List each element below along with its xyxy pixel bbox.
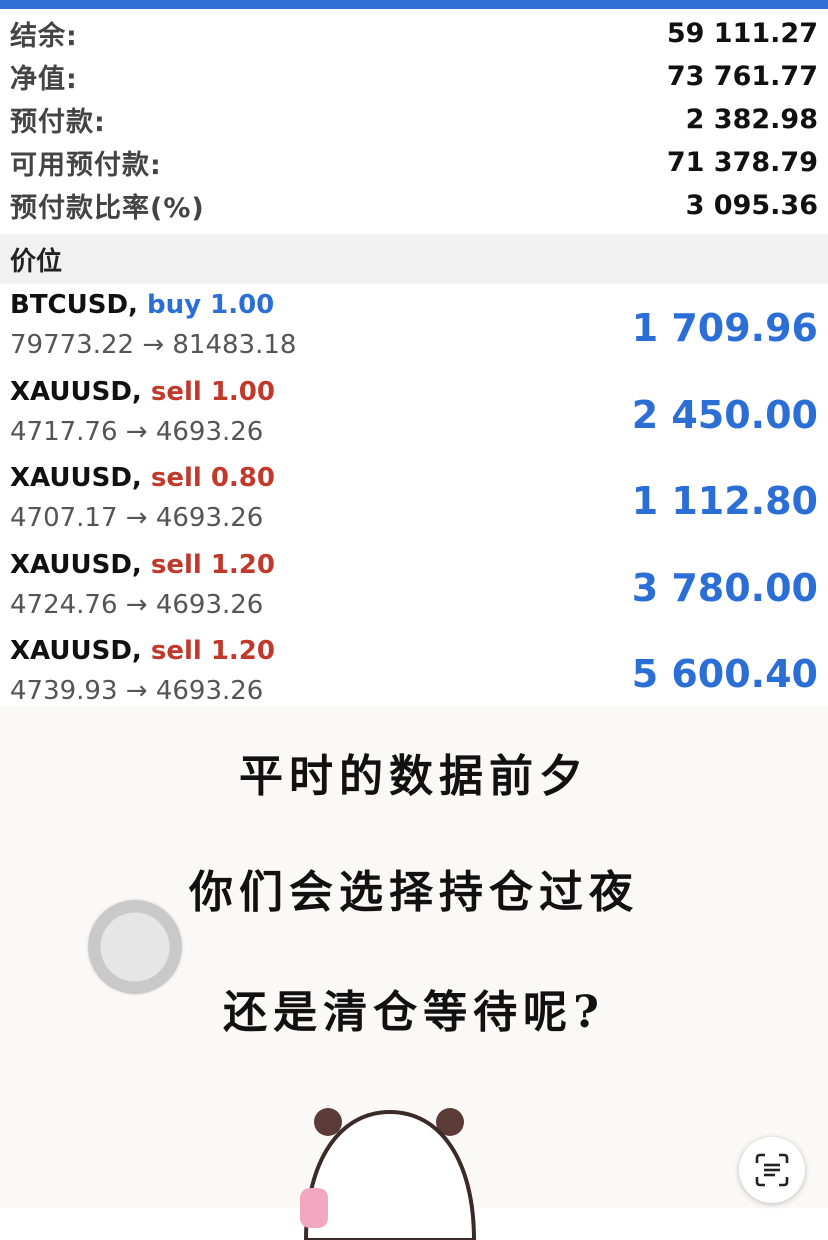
position-symbol: XAUUSD, xyxy=(10,549,142,580)
assistive-touch-icon[interactable] xyxy=(88,900,182,994)
position-row[interactable]: XAUUSD, sell 1.20 4739.93 → 4693.26 5 60… xyxy=(0,630,828,717)
scan-text-icon xyxy=(755,1153,789,1187)
meme-text-line-1: 平时的数据前夕 xyxy=(239,751,589,802)
position-row[interactable]: XAUUSD, sell 1.00 4717.76 → 4693.26 2 45… xyxy=(0,371,828,458)
position-prices: 79773.22 → 81483.18 xyxy=(10,330,297,360)
summary-row-balance: 结余: 59 111.27 xyxy=(0,12,828,55)
summary-row-equity: 净值: 73 761.77 xyxy=(0,55,828,98)
scan-text-button[interactable] xyxy=(739,1137,805,1203)
equity-value: 73 761.77 xyxy=(666,61,818,92)
position-prices: 4717.76 → 4693.26 xyxy=(10,416,264,447)
position-side: sell 1.20 xyxy=(150,636,275,666)
summary-row-margin-level: 预付款比率(%) 3 095.36 xyxy=(0,184,828,227)
equity-label: 净值: xyxy=(10,64,78,95)
position-profit: 5 600.40 xyxy=(631,652,818,696)
position-symbol: XAUUSD, xyxy=(10,376,142,407)
position-profit: 1 709.96 xyxy=(631,306,818,350)
position-prices: 4707.17 → 4693.26 xyxy=(10,503,264,533)
position-symbol: XAUUSD, xyxy=(10,463,142,493)
position-profit: 1 112.80 xyxy=(631,479,818,523)
position-profit: 3 780.00 xyxy=(631,565,818,610)
summary-row-free-margin: 可用预付款: 71 378.79 xyxy=(0,141,828,184)
free-margin-value: 71 378.79 xyxy=(666,147,818,178)
position-side: buy 1.00 xyxy=(147,290,275,320)
position-prices: 4724.76 → 4693.26 xyxy=(10,589,264,620)
position-side: sell 1.00 xyxy=(150,376,275,407)
margin-label: 预付款: xyxy=(10,107,106,138)
position-profit: 2 450.00 xyxy=(631,392,818,437)
top-accent-bar xyxy=(0,0,828,9)
position-side: sell 0.80 xyxy=(150,463,275,493)
balance-label: 结余: xyxy=(10,21,78,52)
margin-level-value: 3 095.36 xyxy=(685,190,818,221)
account-summary: 结余: 59 111.27 净值: 73 761.77 预付款: 2 382.9… xyxy=(0,12,828,227)
summary-row-margin: 预付款: 2 382.98 xyxy=(0,98,828,141)
position-row[interactable]: BTCUSD, buy 1.00 79773.22 → 81483.18 1 7… xyxy=(0,284,828,371)
position-row[interactable]: XAUUSD, sell 0.80 4707.17 → 4693.26 1 11… xyxy=(0,457,828,544)
position-symbol: BTCUSD, xyxy=(10,290,138,320)
margin-value: 2 382.98 xyxy=(685,104,818,135)
section-title: 价位 xyxy=(10,246,63,277)
position-side: sell 1.20 xyxy=(150,549,275,580)
position-symbol: XAUUSD, xyxy=(10,636,142,666)
panda-sticker xyxy=(300,1108,477,1240)
margin-level-label: 预付款比率(%) xyxy=(10,193,205,224)
free-margin-label: 可用预付款: xyxy=(10,150,162,181)
positions-list: BTCUSD, buy 1.00 79773.22 → 81483.18 1 7… xyxy=(0,284,828,717)
balance-value: 59 111.27 xyxy=(666,18,818,49)
position-prices: 4739.93 → 4693.26 xyxy=(10,676,264,706)
position-row[interactable]: XAUUSD, sell 1.20 4724.76 → 4693.26 3 78… xyxy=(0,544,828,631)
positions-section-header: 价位 xyxy=(0,234,828,284)
